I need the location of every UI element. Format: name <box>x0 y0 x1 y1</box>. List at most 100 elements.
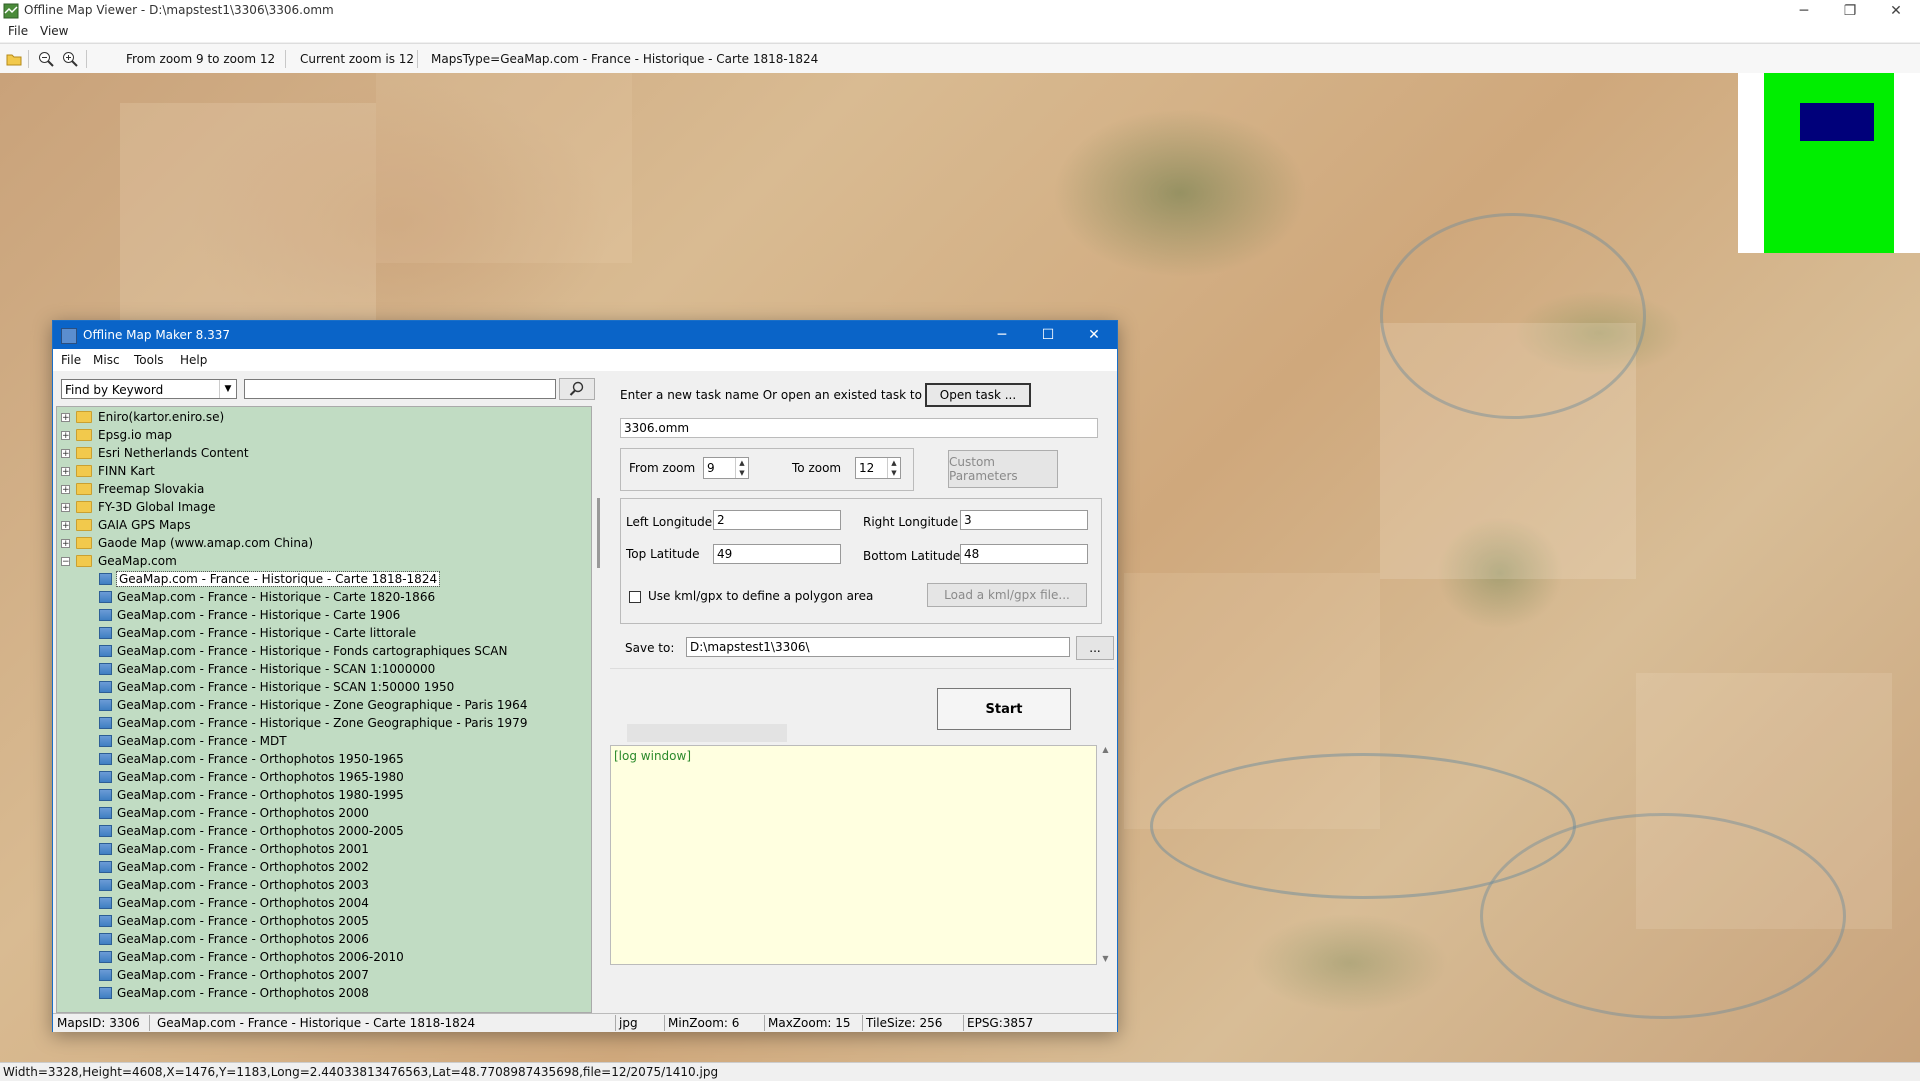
tree-map-item[interactable]: GeaMap.com - France - Orthophotos 2005 <box>99 912 369 930</box>
tree-map-item[interactable]: GeaMap.com - France - Orthophotos 2008 <box>99 984 369 1002</box>
tree-map-item[interactable]: GeaMap.com - France - Historique - Zone … <box>99 714 527 732</box>
tree-map-item[interactable]: GeaMap.com - France - Historique - Carte… <box>99 624 416 642</box>
tree-map-item[interactable]: GeaMap.com - France - Historique - SCAN … <box>99 678 454 696</box>
tree-map-item[interactable]: GeaMap.com - France - Orthophotos 2003 <box>99 876 369 894</box>
folder-icon <box>76 519 92 531</box>
left-longitude-input[interactable]: 2 <box>713 510 841 530</box>
dialog-menu-tools[interactable]: Tools <box>134 353 164 367</box>
tree-folder[interactable]: + FINN Kart <box>61 462 155 480</box>
tree-scrollbar-thumb[interactable] <box>597 498 600 568</box>
tree-map-item[interactable]: GeaMap.com - France - Orthophotos 2006-2… <box>99 948 404 966</box>
tree-map-item[interactable]: GeaMap.com - France - MDT <box>99 732 287 750</box>
dialog-titlebar[interactable]: Offline Map Maker 8.337 ─ ☐ ✕ <box>53 321 1117 349</box>
tree-folder[interactable]: + Eniro(kartor.eniro.se) <box>61 408 224 426</box>
menu-file[interactable]: File <box>8 24 28 38</box>
dialog-close-button[interactable]: ✕ <box>1071 321 1117 349</box>
tree-folder[interactable]: + Freemap Slovakia <box>61 480 204 498</box>
tree-map-item[interactable]: GeaMap.com - France - Orthophotos 2000-2… <box>99 822 404 840</box>
expand-icon[interactable]: + <box>61 538 70 548</box>
load-kml-button[interactable]: Load a kml/gpx file... <box>927 583 1087 607</box>
tree-item-label: Eniro(kartor.eniro.se) <box>98 410 225 424</box>
menu-view[interactable]: View <box>40 24 68 38</box>
open-task-button[interactable]: Open task ... <box>925 383 1031 407</box>
log-scrollbar[interactable]: ▲ ▼ <box>1097 745 1114 965</box>
collapse-icon[interactable]: − <box>61 556 70 566</box>
tree-folder[interactable]: − GeaMap.com <box>61 552 177 570</box>
chevron-down-icon: ▼ <box>219 380 236 398</box>
scroll-down-icon[interactable]: ▼ <box>1097 954 1114 963</box>
use-kml-checkbox[interactable] <box>629 591 641 603</box>
spinner-arrows-icon[interactable]: ▲ ▼ <box>887 458 900 478</box>
expand-icon[interactable]: + <box>61 412 70 422</box>
tree-map-item[interactable]: GeaMap.com - France - Historique - Zone … <box>99 696 527 714</box>
tree-item-label: GeaMap.com - France - Historique - Carte… <box>117 626 417 640</box>
tree-folder[interactable]: + FY-3D Global Image <box>61 498 216 516</box>
bottom-latitude-input[interactable]: 48 <box>960 544 1088 564</box>
tree-map-item[interactable]: GeaMap.com - France - Orthophotos 2006 <box>99 930 369 948</box>
tree-map-item[interactable]: GeaMap.com - France - Historique - Carte… <box>99 606 400 624</box>
overview-minimap[interactable] <box>1738 73 1920 253</box>
tree-map-item[interactable]: GeaMap.com - France - Orthophotos 1965-1… <box>99 768 404 786</box>
expand-icon[interactable]: + <box>61 448 70 458</box>
tree-map-item[interactable]: GeaMap.com - France - Historique - Fonds… <box>99 642 507 660</box>
tree-map-item[interactable]: GeaMap.com - France - Historique - Carte… <box>99 570 441 588</box>
search-input[interactable] <box>244 379 556 399</box>
tree-map-item[interactable]: GeaMap.com - France - Orthophotos 1980-1… <box>99 786 404 804</box>
toolbar-separator <box>86 50 87 68</box>
expand-icon[interactable]: + <box>61 520 70 530</box>
dialog-menu-file[interactable]: File <box>61 353 81 367</box>
tree-folder[interactable]: + GAIA GPS Maps <box>61 516 191 534</box>
from-zoom-spinner[interactable]: 9 ▲ ▼ <box>703 457 749 479</box>
expand-icon[interactable]: + <box>61 502 70 512</box>
tree-map-item[interactable]: GeaMap.com - France - Orthophotos 2007 <box>99 966 369 984</box>
tree-map-item[interactable]: GeaMap.com - France - Historique - SCAN … <box>99 660 435 678</box>
tree-map-item[interactable]: GeaMap.com - France - Orthophotos 2004 <box>99 894 369 912</box>
find-mode-select[interactable]: Find by Keyword ▼ <box>61 379 237 399</box>
dialog-menubar: File Misc Tools Help <box>53 349 1117 371</box>
dialog-maximize-button[interactable]: ☐ <box>1025 321 1071 349</box>
tree-map-item[interactable]: GeaMap.com - France - Historique - Carte… <box>99 588 435 606</box>
expand-icon[interactable]: + <box>61 484 70 494</box>
spinner-arrows-icon[interactable]: ▲ ▼ <box>735 458 748 478</box>
zoom-out-icon[interactable] <box>38 51 54 67</box>
map-layer-icon <box>99 753 112 765</box>
zoom-in-icon[interactable] <box>62 51 78 67</box>
expand-icon[interactable]: + <box>61 466 70 476</box>
task-name-input[interactable]: 3306.omm <box>620 418 1098 438</box>
tree-scrollbar[interactable] <box>592 406 609 1013</box>
map-source-tree[interactable]: + Eniro(kartor.eniro.se) + Epsg.io map + Esri… <box>56 406 592 1013</box>
panel-divider <box>610 668 1114 669</box>
custom-parameters-button[interactable]: Custom Parameters <box>948 450 1058 488</box>
search-button[interactable] <box>559 378 595 400</box>
tree-map-item[interactable]: GeaMap.com - France - Orthophotos 1950-1… <box>99 750 404 768</box>
tree-map-item[interactable]: GeaMap.com - France - Orthophotos 2000 <box>99 804 369 822</box>
tree-folder[interactable]: + Esri Netherlands Content <box>61 444 249 462</box>
tree-map-item[interactable]: GeaMap.com - France - Orthophotos 2001 <box>99 840 369 858</box>
find-mode-value: Find by Keyword <box>65 383 164 397</box>
scroll-up-icon[interactable]: ▲ <box>1097 745 1114 754</box>
close-icon: ✕ <box>1088 327 1100 343</box>
expand-icon[interactable]: + <box>61 430 70 440</box>
overview-viewport-rect[interactable] <box>1800 103 1874 141</box>
tree-folder[interactable]: + Gaode Map (www.amap.com China) <box>61 534 313 552</box>
zoom-range-text: From zoom 9 to zoom 12 <box>126 52 276 66</box>
log-window[interactable]: [log window] <box>610 745 1097 965</box>
minimize-button[interactable]: ─ <box>1781 0 1827 22</box>
dialog-minimize-button[interactable]: ─ <box>979 321 1025 349</box>
save-path-input[interactable]: D:\mapstest1\3306\ <box>686 637 1070 657</box>
open-folder-icon[interactable] <box>6 51 22 67</box>
restore-button[interactable]: ❐ <box>1827 0 1873 22</box>
close-button[interactable]: ✕ <box>1873 0 1919 22</box>
tree-item-label: GeaMap.com - France - Historique - Carte… <box>117 590 436 604</box>
right-longitude-input[interactable]: 3 <box>960 510 1088 530</box>
top-latitude-input[interactable]: 49 <box>713 544 841 564</box>
browse-button[interactable]: ... <box>1076 636 1114 660</box>
status-maps-id: MapsID: 3306 <box>57 1016 140 1030</box>
dialog-menu-help[interactable]: Help <box>180 353 207 367</box>
start-button[interactable]: Start <box>937 688 1071 730</box>
to-zoom-spinner[interactable]: 12 ▲ ▼ <box>855 457 901 479</box>
tree-folder[interactable]: + Epsg.io map <box>61 426 172 444</box>
tree-item-label: FY-3D Global Image <box>98 500 216 514</box>
dialog-menu-misc[interactable]: Misc <box>93 353 120 367</box>
tree-map-item[interactable]: GeaMap.com - France - Orthophotos 2002 <box>99 858 369 876</box>
